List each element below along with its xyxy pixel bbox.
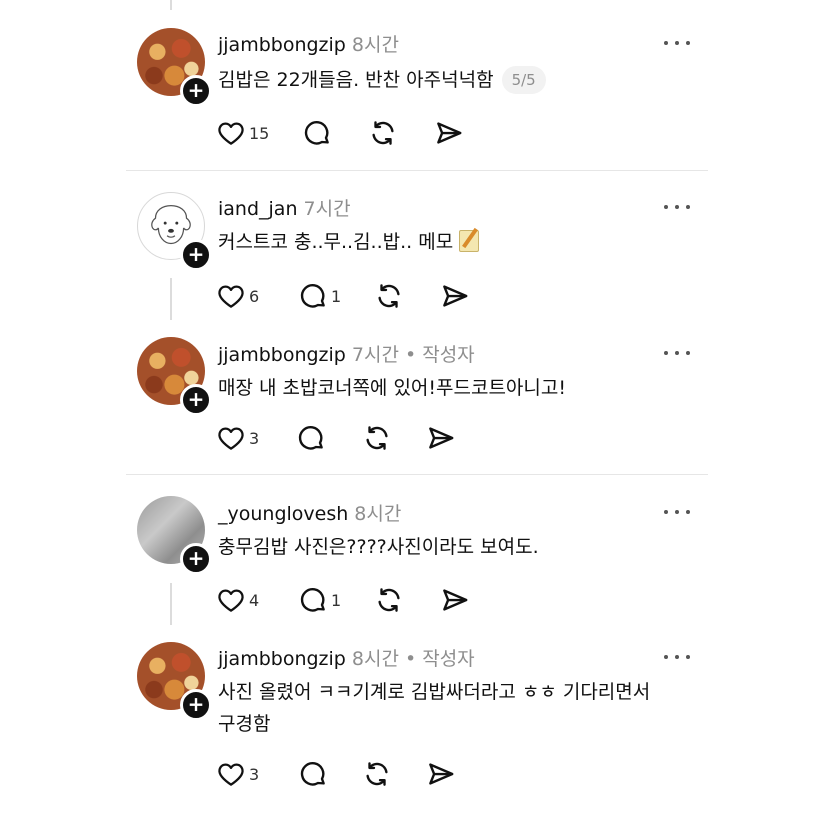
post-text: 충무김밥 사진은????사진이라도 보여도.: [218, 536, 539, 558]
heart-icon: [218, 427, 244, 450]
post-text-row: 충무김밥 사진은????사진이라도 보여도.: [218, 531, 539, 563]
comment-icon: [300, 762, 325, 786]
follow-plus-icon[interactable]: [180, 543, 212, 575]
repost-icon: [372, 121, 394, 145]
reply-count: 1: [331, 286, 342, 306]
comment-icon: [300, 284, 325, 308]
like-button[interactable]: 3: [216, 423, 259, 453]
post-text: 매장 내 초밥코너쪽에 있어!푸드코트아니고!: [218, 377, 566, 399]
page-badge: 5/5: [501, 66, 546, 94]
follow-plus-icon[interactable]: [180, 75, 212, 107]
like-count: 3: [249, 764, 260, 784]
thread-line: [170, 583, 172, 625]
author-tag: • 작성자: [398, 648, 475, 670]
post-text: 김밥은 22개들음. 반찬 아주넉넉함: [218, 69, 494, 91]
post-text-line-1: 사진 올렸어 ㅋㅋ기계로 김밥싸더라고 ㅎㅎ 기다리면서: [218, 681, 651, 703]
reply-button[interactable]: [302, 118, 335, 148]
username[interactable]: jjambbongzip: [218, 344, 346, 366]
post-header: jjambbongzip 8시간: [218, 30, 399, 57]
more-icon[interactable]: [664, 507, 690, 517]
heart-icon: [218, 285, 244, 308]
heart-icon: [218, 763, 244, 786]
more-icon[interactable]: [664, 348, 690, 358]
like-button[interactable]: 6: [216, 281, 259, 311]
like-button[interactable]: 15: [216, 118, 269, 148]
timestamp: 7시간: [303, 198, 351, 220]
share-button[interactable]: [426, 759, 456, 789]
like-count: 6: [249, 286, 260, 306]
post-header: _younglovesh 8시간: [218, 499, 401, 526]
send-icon: [443, 589, 468, 611]
memo-icon: [459, 230, 480, 252]
repost-icon: [366, 426, 388, 450]
thread-line: [170, 278, 172, 320]
timestamp: 7시간: [351, 344, 399, 366]
repost-button[interactable]: [362, 759, 392, 789]
more-icon[interactable]: [664, 38, 690, 48]
send-icon: [443, 285, 468, 307]
repost-button[interactable]: [374, 281, 404, 311]
post-header: iand_jan 7시간: [218, 194, 351, 221]
comment-icon: [300, 588, 325, 612]
divider: [126, 170, 708, 171]
follow-plus-icon[interactable]: [180, 384, 212, 416]
like-button[interactable]: 3: [216, 759, 259, 789]
reply-button[interactable]: [296, 423, 329, 453]
post-text: 커스트코 충..무..김..밥.. 메모: [218, 231, 454, 253]
post-text-row: 김밥은 22개들음. 반찬 아주넉넉함 5/5: [218, 64, 546, 96]
like-count: 15: [249, 123, 270, 143]
repost-button[interactable]: [368, 118, 398, 148]
username[interactable]: _younglovesh: [218, 503, 348, 525]
repost-icon: [378, 588, 400, 612]
heart-icon: [218, 122, 244, 145]
post-text-row: 매장 내 초밥코너쪽에 있어!푸드코트아니고!: [218, 372, 566, 404]
timestamp: 8시간: [351, 34, 399, 56]
send-icon: [429, 427, 454, 449]
post-text-row: 커스트코 충..무..김..밥.. 메모: [218, 226, 480, 258]
share-button[interactable]: [440, 281, 470, 311]
share-button[interactable]: [426, 423, 456, 453]
repost-icon: [366, 762, 388, 786]
share-button[interactable]: [434, 118, 464, 148]
post-header: jjambbongzip 7시간 • 작성자: [218, 340, 475, 367]
comment-icon: [304, 121, 329, 145]
repost-button[interactable]: [374, 585, 404, 615]
divider: [126, 474, 708, 475]
more-icon[interactable]: [664, 202, 690, 212]
reply-button[interactable]: [298, 759, 331, 789]
repost-button[interactable]: [362, 423, 392, 453]
username[interactable]: jjambbongzip: [218, 34, 346, 56]
thread-line-top: [170, 0, 172, 10]
follow-plus-icon[interactable]: [180, 239, 212, 271]
share-button[interactable]: [440, 585, 470, 615]
username[interactable]: jjambbongzip: [218, 648, 346, 670]
timestamp: 8시간: [354, 503, 402, 525]
like-count: 4: [249, 590, 260, 610]
send-icon: [429, 763, 454, 785]
comment-icon: [298, 426, 323, 450]
post-header: jjambbongzip 8시간 • 작성자: [218, 644, 475, 671]
repost-icon: [378, 284, 400, 308]
username[interactable]: iand_jan: [218, 198, 298, 220]
reply-button[interactable]: 1: [298, 281, 341, 311]
send-icon: [437, 122, 462, 144]
follow-plus-icon[interactable]: [180, 689, 212, 721]
more-icon[interactable]: [664, 652, 690, 662]
timestamp: 8시간: [351, 648, 399, 670]
like-count: 3: [249, 428, 260, 448]
reply-count: 1: [331, 590, 342, 610]
heart-icon: [218, 589, 244, 612]
author-tag: • 작성자: [398, 344, 475, 366]
reply-button[interactable]: 1: [298, 585, 341, 615]
like-button[interactable]: 4: [216, 585, 259, 615]
post-text-line-2: 구경함: [218, 713, 271, 735]
